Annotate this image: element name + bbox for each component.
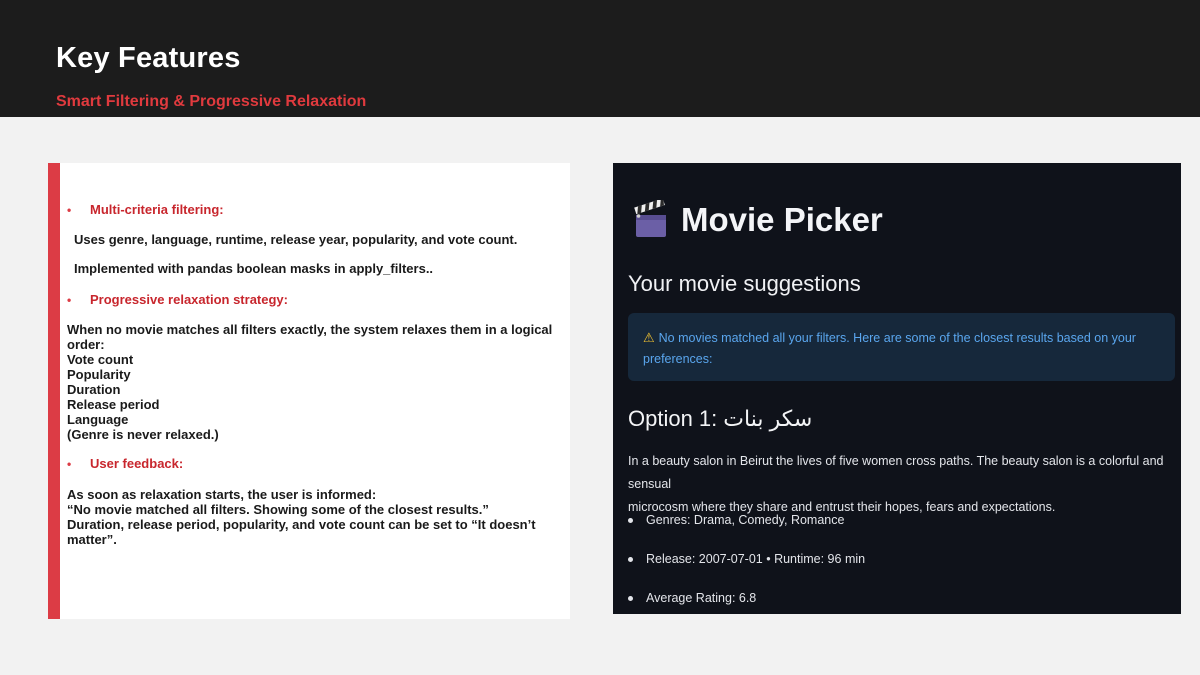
bullet-icon: • (67, 457, 72, 471)
bullet-icon: • (67, 203, 72, 217)
relaxation-line: Release period (67, 397, 160, 412)
alert-line: ⚠ No movies matched all your filters. Her… (643, 327, 1161, 349)
relaxation-line: (Genre is never relaxed.) (67, 427, 219, 442)
app-screenshot: Movie Picker Your movie suggestions ⚠ No … (613, 163, 1181, 614)
detail-text: Genres: Drama, Comedy, Romance (646, 513, 845, 527)
feedback-line: matter”. (67, 532, 117, 547)
app-title-row: Movie Picker (633, 200, 883, 240)
section-heading-relaxation: Progressive relaxation strategy: (90, 292, 288, 307)
features-card: • Multi-criteria filtering: Uses genre, … (48, 163, 570, 619)
bullet-icon (628, 556, 633, 562)
filtering-line: Uses genre, language, runtime, release y… (74, 232, 518, 247)
feedback-line: As soon as relaxation starts, the user i… (67, 487, 377, 502)
detail-text: Average Rating: 6.8 (646, 591, 757, 605)
feedback-line: “No movie matched all filters. Showing s… (67, 502, 489, 517)
relaxation-line: When no movie matches all filters exactl… (67, 322, 553, 337)
app-title: Movie Picker (681, 201, 883, 238)
feedback-text: As soon as relaxation starts, the user i… (67, 487, 536, 547)
option-label: Option 1: (628, 406, 718, 431)
slide-title: Key Features (56, 42, 241, 74)
relaxation-line: Language (67, 412, 129, 427)
description-line: In a beauty salon in Beirut the lives of… (628, 454, 1164, 491)
feedback-line: Duration, release period, popularity, an… (67, 517, 536, 532)
suggestions-heading: Your movie suggestions (628, 271, 861, 296)
alert-line: preferences: (643, 352, 713, 366)
clapperboard-icon (634, 200, 666, 237)
alert-text: No movies matched all your filters. Here… (658, 331, 1136, 345)
relaxation-line: Popularity (67, 367, 131, 382)
detail-text: Release: 2007-07-01 • Runtime: 96 min (646, 552, 866, 566)
detail-release: Release: 2007-07-01 • Runtime: 96 min (628, 552, 865, 566)
slide-header: Key Features Smart Filtering & Progressi… (0, 0, 1200, 117)
movie-name: سكر بنات (723, 406, 813, 431)
relaxation-line: Vote count (67, 352, 134, 367)
bullet-icon: • (67, 293, 72, 307)
slide-subtitle: Smart Filtering & Progressive Relaxation (56, 93, 367, 110)
section-heading-filtering: Multi-criteria filtering: (90, 202, 224, 217)
filtering-line: Implemented with pandas boolean masks in… (74, 261, 434, 276)
warning-icon: ⚠ (643, 330, 655, 345)
bullet-icon (628, 517, 633, 523)
relaxation-line: order: (67, 337, 105, 352)
movie-description: In a beauty salon in Beirut the lives of… (628, 450, 1173, 519)
option-heading: Option 1: سكر بنات (628, 406, 812, 432)
section-heading-feedback: User feedback: (90, 456, 184, 471)
relaxation-line: Duration (67, 382, 121, 397)
bullet-icon (628, 595, 633, 601)
warning-alert: ⚠ No movies matched all your filters. Her… (628, 313, 1175, 381)
detail-rating: Average Rating: 6.8 (628, 591, 756, 605)
detail-genres: Genres: Drama, Comedy, Romance (628, 513, 844, 527)
relaxation-text: When no movie matches all filters exactl… (67, 322, 552, 442)
